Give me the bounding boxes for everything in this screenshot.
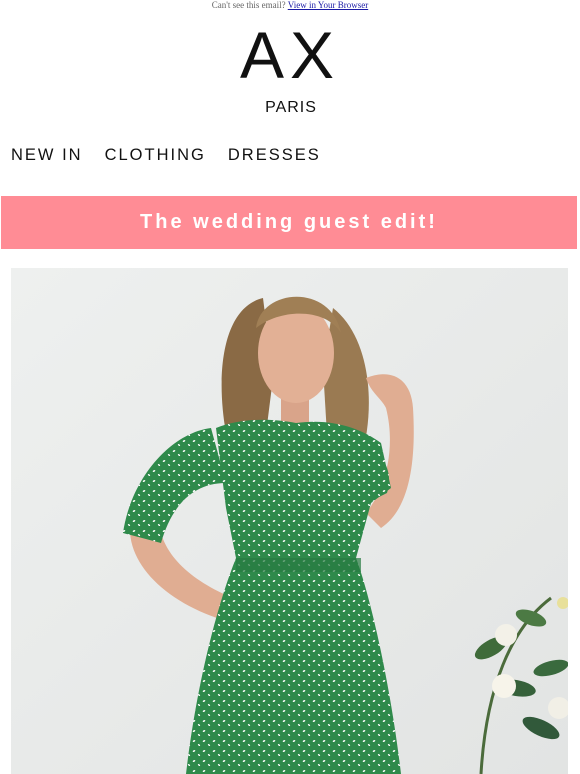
nav-item-new-in[interactable]: NEW IN	[11, 146, 83, 168]
brand-logo[interactable]: AX PARIS	[0, 24, 580, 116]
preheader: Can't see this email? View in Your Brows…	[0, 0, 580, 10]
promo-banner-text: The wedding guest edit!	[140, 211, 438, 233]
main-nav: NEW IN CLOTHING DRESSES	[11, 146, 321, 168]
model-green-dress-photo	[11, 268, 568, 774]
nav-item-dresses[interactable]: DRESSES	[228, 146, 321, 168]
promo-banner[interactable]: The wedding guest edit!	[1, 196, 577, 249]
view-in-browser-link[interactable]: View in Your Browser	[288, 0, 368, 10]
ax-paris-logo: AX PARIS	[240, 24, 340, 116]
logo-sub: PARIS	[265, 99, 317, 116]
logo-mark: AX	[240, 24, 340, 92]
nav-item-clothing[interactable]: CLOTHING	[105, 146, 206, 168]
hero-image[interactable]	[11, 268, 568, 774]
preheader-text: Can't see this email?	[211, 0, 286, 10]
